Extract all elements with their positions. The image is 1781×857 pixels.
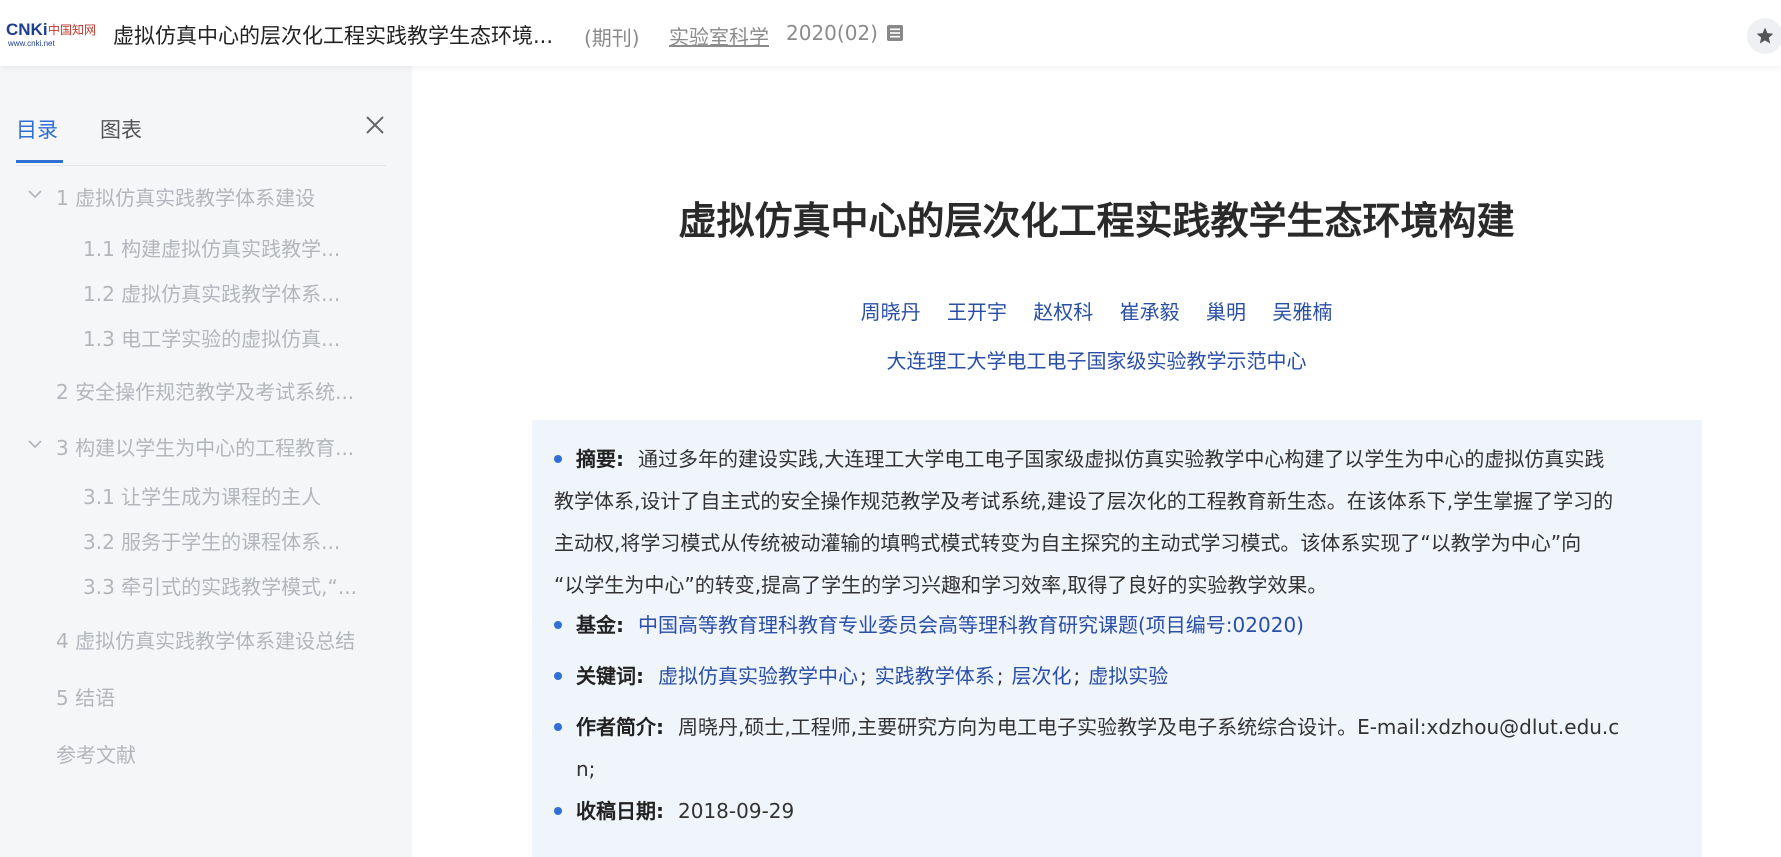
toc-item-1[interactable]: 1 虚拟仿真实践教学体系建设 [56, 182, 315, 211]
top-bar: CNKi 中国知网 www.cnki.net 虚拟仿真中心的层次化工程实践教学生… [0, 0, 1781, 66]
svg-text:中国知网: 中国知网 [48, 22, 96, 37]
list-icon[interactable] [886, 24, 904, 42]
abstract-label: 摘要: [576, 447, 624, 471]
chevron-down-icon[interactable] [28, 439, 42, 449]
author-bio-text: n; [576, 757, 596, 781]
chevron-down-icon[interactable] [28, 189, 42, 199]
toc-item-5[interactable]: 5 结语 [56, 682, 115, 711]
keyword-separator: ; [860, 664, 867, 688]
keyword-link[interactable]: 虚拟仿真实验教学中心 [658, 664, 858, 688]
toc-item-1-1[interactable]: 1.1 构建虚拟仿真实践教学... [83, 233, 340, 262]
toc-item-4[interactable]: 4 虚拟仿真实践教学体系建设总结 [56, 625, 355, 654]
keyword-link[interactable]: 虚拟实验 [1088, 664, 1168, 688]
svg-text:www.cnki.net: www.cnki.net [7, 39, 55, 48]
article-main: 虚拟仿真中心的层次化工程实践教学生态环境构建 周晓丹 王开宇 赵权科 崔承毅 巢… [412, 66, 1781, 857]
issue-number: 2020(02) [786, 21, 878, 45]
toc-item-1-3[interactable]: 1.3 电工学实验的虚拟仿真... [83, 323, 340, 352]
abstract-text: 通过多年的建设实践,大连理工大学电工电子国家级虚拟仿真实验教学中心构建了以学生为… [638, 447, 1605, 471]
active-tab-indicator [16, 160, 63, 163]
favorite-button[interactable] [1747, 18, 1781, 54]
journal-link[interactable]: 实验室科学 [669, 21, 769, 50]
abstract-text: 教学体系,设计了自主式的安全操作规范教学及考试系统,建设了层次化的工程教育新生态… [554, 489, 1614, 513]
abstract-text: “以学生为中心”的转变,提高了学生的学习兴趣和学习效率,取得了良好的实验教学效果… [554, 573, 1328, 597]
keyword-link[interactable]: 实践教学体系 [875, 664, 995, 688]
affiliation-link[interactable]: 大连理工大学电工电子国家级实验教学示范中心 [412, 345, 1781, 374]
toc-item-3-3[interactable]: 3.3 牵引式的实践教学模式,“... [83, 571, 357, 600]
bullet-dot [554, 454, 562, 463]
toc-item-3-2[interactable]: 3.2 服务于学生的课程体系... [83, 526, 340, 555]
bullet-dot [554, 806, 562, 815]
sidebar: 目录 图表 1 虚拟仿真实践教学体系建设 1.1 构建虚拟仿真实践教学... 1… [0, 66, 412, 857]
star-icon [1756, 27, 1774, 44]
author-list: 周晓丹 王开宇 赵权科 崔承毅 巢明 吴雅楠 [412, 296, 1781, 325]
author-link[interactable]: 崔承毅 [1120, 300, 1180, 324]
document-type: (期刊) [584, 26, 640, 50]
tab-figures[interactable]: 图表 [100, 114, 142, 144]
received-date: 2018-09-29 [678, 799, 795, 823]
author-bio-row: 作者简介: 周晓丹,硕士,工程师,主要研究方向为电工电子实验教学及电子系统综合设计… [554, 706, 1684, 790]
received-row: 收稿日期: 2018-09-29 [554, 790, 1684, 832]
article-title: 虚拟仿真中心的层次化工程实践教学生态环境构建 [678, 199, 1515, 243]
author-bio-label: 作者简介: [576, 715, 664, 739]
fund-label: 基金: [576, 613, 624, 637]
toc-item-1-2[interactable]: 1.2 虚拟仿真实践教学体系... [83, 278, 340, 307]
keywords-row: 关键词: 虚拟仿真实验教学中心; 实践教学体系; 层次化; 虚拟实验 [554, 655, 1684, 697]
received-label: 收稿日期: [576, 799, 664, 823]
cnki-logo[interactable]: CNKi 中国知网 www.cnki.net [6, 18, 98, 48]
fund-row: 基金: 中国高等教育理科教育专业委员会高等理科教育研究课题(项目编号:02020) [554, 604, 1684, 646]
keyword-link[interactable]: 层次化 [1012, 664, 1072, 688]
abstract-text: 主动权,将学习模式从传统被动灌输的填鸭式模式转变为自主探究的主动式学习模式。该体… [554, 531, 1582, 555]
svg-text:CNKi: CNKi [6, 20, 48, 39]
fund-link[interactable]: 中国高等教育理科教育专业委员会高等理科教育研究课题(项目编号:02020) [638, 613, 1304, 637]
keywords-label: 关键词: [576, 664, 644, 688]
bullet-dot [554, 620, 562, 629]
author-bio-text: 周晓丹,硕士,工程师,主要研究方向为电工电子实验教学及电子系统综合设计。E-ma… [678, 715, 1620, 739]
abstract-row: 摘要: 通过多年的建设实践,大连理工大学电工电子国家级虚拟仿真实验教学中心构建了以… [554, 438, 1684, 606]
author-link[interactable]: 周晓丹 [861, 300, 921, 324]
bullet-dot [554, 722, 562, 731]
keyword-separator: ; [1073, 664, 1081, 688]
author-link[interactable]: 巢明 [1206, 300, 1246, 324]
author-link[interactable]: 吴雅楠 [1272, 300, 1332, 324]
article-info-box: 摘要: 通过多年的建设实践,大连理工大学电工电子国家级虚拟仿真实验教学中心构建了以… [532, 420, 1702, 857]
toc-item-3[interactable]: 3 构建以学生为中心的工程教育... [56, 432, 354, 461]
close-icon[interactable] [364, 114, 386, 136]
keyword-separator: ; [996, 664, 1004, 688]
toc-item-2[interactable]: 2 安全操作规范教学及考试系统... [56, 376, 354, 405]
sidebar-tabs: 目录 图表 [16, 114, 386, 166]
bullet-dot [554, 671, 562, 680]
document-title: 虚拟仿真中心的层次化工程实践教学生态环境... [113, 24, 554, 48]
author-link[interactable]: 王开宇 [947, 300, 1007, 324]
toc-item-3-1[interactable]: 3.1 让学生成为课程的主人 [83, 481, 321, 510]
tab-toc[interactable]: 目录 [16, 114, 58, 144]
toc-item-references[interactable]: 参考文献 [56, 739, 136, 768]
author-link[interactable]: 赵权科 [1033, 300, 1093, 324]
